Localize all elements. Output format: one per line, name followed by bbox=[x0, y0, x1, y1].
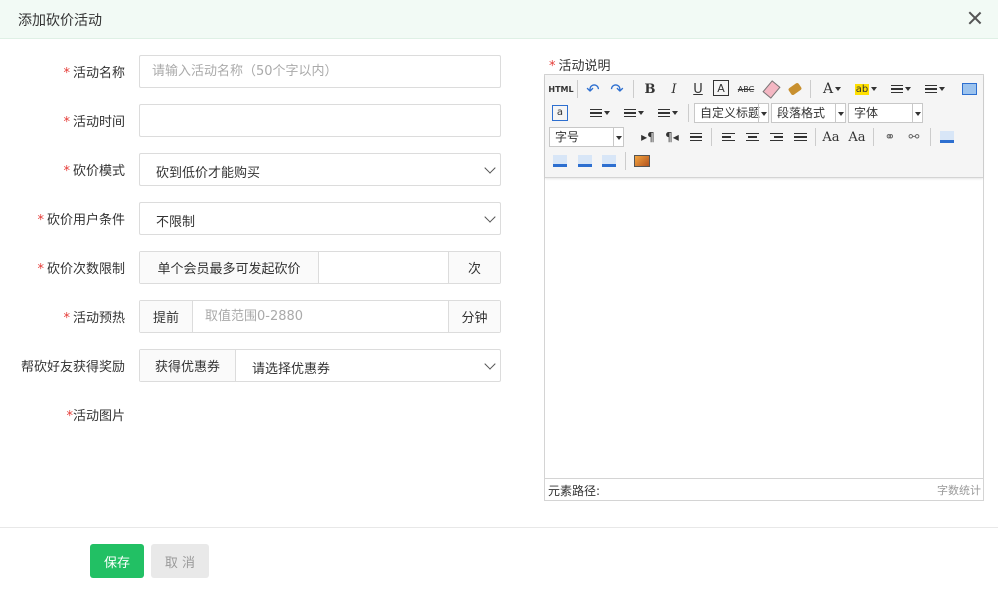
coupon-select-value: 请选择优惠券 bbox=[252, 362, 331, 377]
friend-reward-prefix: 获得优惠券 bbox=[140, 350, 236, 381]
align-right-icon[interactable] bbox=[766, 127, 786, 147]
activity-time-input[interactable] bbox=[140, 105, 500, 136]
lowercase-icon[interactable]: Aa bbox=[847, 127, 867, 147]
anchor-icon[interactable] bbox=[937, 127, 957, 147]
eraser-icon[interactable] bbox=[761, 79, 781, 99]
line-height-icon[interactable] bbox=[653, 103, 683, 123]
ordered-list-icon[interactable] bbox=[887, 79, 915, 99]
bargain-mode-select[interactable]: 砍到低价才能购买 bbox=[139, 153, 501, 186]
font-size-combo[interactable]: 字号 bbox=[549, 127, 624, 147]
label-activity-name: * 活动名称 bbox=[63, 66, 125, 81]
count-limit-field[interactable] bbox=[319, 252, 449, 283]
count-limit-prefix: 单个会员最多可发起砍价 bbox=[140, 252, 319, 283]
align-center-icon[interactable] bbox=[742, 127, 762, 147]
rich-text-editor: HTML ↶ ↷ B I U A ABC A ab a 自定义标题 段落格式 字… bbox=[544, 74, 984, 501]
label-bargain-mode: * 砍价模式 bbox=[63, 164, 125, 179]
user-condition-select[interactable]: 不限制 bbox=[139, 202, 501, 235]
activity-name-input[interactable] bbox=[140, 56, 500, 87]
preheat-suffix: 分钟 bbox=[449, 301, 500, 332]
activity-time-field[interactable] bbox=[139, 104, 501, 137]
paragraph-format-combo[interactable]: 段落格式 bbox=[771, 103, 846, 123]
font-family-combo[interactable]: 字体 bbox=[848, 103, 923, 123]
image-center-icon[interactable] bbox=[599, 151, 619, 171]
save-button[interactable]: 保存 bbox=[90, 544, 144, 578]
row-spacing-bottom-icon[interactable] bbox=[619, 103, 649, 123]
footer-divider bbox=[0, 527, 998, 528]
chevron-down-icon bbox=[484, 211, 496, 223]
image-left-icon[interactable] bbox=[550, 151, 570, 171]
preheat-field[interactable] bbox=[193, 301, 449, 332]
font-border-button[interactable]: A bbox=[713, 80, 729, 96]
chevron-down-icon bbox=[484, 358, 496, 370]
label-preheat: * 活动预热 bbox=[63, 311, 125, 326]
unlink-icon[interactable]: ⚯ bbox=[904, 127, 924, 147]
label-activity-time: * 活动时间 bbox=[63, 115, 125, 130]
insert-image-icon[interactable] bbox=[632, 151, 652, 171]
friend-reward-group: 获得优惠券 请选择优惠券 bbox=[139, 349, 501, 382]
preheat-group: 提前 分钟 bbox=[139, 300, 501, 333]
redo-icon[interactable]: ↷ bbox=[607, 79, 627, 99]
align-left-icon[interactable] bbox=[718, 127, 738, 147]
custom-title-combo[interactable]: 自定义标题 bbox=[694, 103, 769, 123]
bold-button[interactable]: B bbox=[641, 79, 659, 99]
fullscreen-icon[interactable] bbox=[959, 79, 979, 99]
label-activity-description: * 活动说明 bbox=[549, 59, 611, 74]
dialog-title: 添加砍价活动 bbox=[18, 13, 102, 29]
font-color-button[interactable]: A bbox=[818, 79, 846, 99]
count-limit-suffix: 次 bbox=[449, 252, 500, 283]
bargain-mode-value: 砍到低价才能购买 bbox=[156, 166, 261, 181]
count-limit-group: 单个会员最多可发起砍价 次 bbox=[139, 251, 501, 284]
italic-button[interactable]: I bbox=[665, 79, 683, 99]
editor-toolbar: HTML ↶ ↷ B I U A ABC A ab a 自定义标题 段落格式 字… bbox=[545, 75, 983, 178]
label-friend-reward: 帮砍好友获得奖励 bbox=[20, 360, 125, 375]
coupon-select[interactable]: 请选择优惠券 bbox=[236, 350, 500, 381]
undo-icon[interactable]: ↶ bbox=[583, 79, 603, 99]
word-count: 字数统计 bbox=[937, 484, 981, 497]
align-justify-icon[interactable] bbox=[790, 127, 810, 147]
dialog-header: 添加砍价活动 bbox=[0, 0, 998, 39]
close-icon[interactable] bbox=[966, 9, 984, 27]
ltr-direction-icon[interactable]: ▸¶ bbox=[638, 127, 658, 147]
row-spacing-top-icon[interactable] bbox=[585, 103, 615, 123]
preheat-input[interactable] bbox=[193, 301, 448, 332]
label-count-limit: * 砍价次数限制 bbox=[37, 262, 125, 277]
rtl-direction-icon[interactable]: ¶◂ bbox=[662, 127, 682, 147]
indent-icon[interactable] bbox=[686, 127, 706, 147]
html-source-button[interactable]: HTML bbox=[548, 79, 573, 99]
format-brush-icon[interactable] bbox=[786, 79, 804, 99]
editor-statusbar: 元素路径: 字数统计 bbox=[545, 478, 983, 500]
unordered-list-icon[interactable] bbox=[921, 79, 949, 99]
label-activity-image: *活动图片 bbox=[66, 409, 125, 424]
highlight-icon[interactable]: ab bbox=[851, 79, 881, 99]
strikethrough-button[interactable]: ABC bbox=[735, 79, 757, 99]
link-icon[interactable]: ⚭ bbox=[880, 127, 900, 147]
user-condition-value: 不限制 bbox=[156, 215, 196, 230]
label-user-condition: * 砍价用户条件 bbox=[37, 213, 125, 228]
image-none-icon[interactable] bbox=[575, 151, 595, 171]
preheat-prefix: 提前 bbox=[140, 301, 193, 332]
activity-name-field[interactable] bbox=[139, 55, 501, 88]
uppercase-icon[interactable]: Aa bbox=[821, 127, 841, 147]
count-limit-input[interactable] bbox=[319, 252, 448, 283]
spellcheck-icon[interactable]: a bbox=[551, 103, 569, 123]
cancel-button[interactable]: 取 消 bbox=[151, 544, 209, 578]
underline-button[interactable]: U bbox=[689, 79, 707, 99]
element-path: 元素路径: bbox=[548, 484, 601, 498]
chevron-down-icon bbox=[484, 162, 496, 174]
